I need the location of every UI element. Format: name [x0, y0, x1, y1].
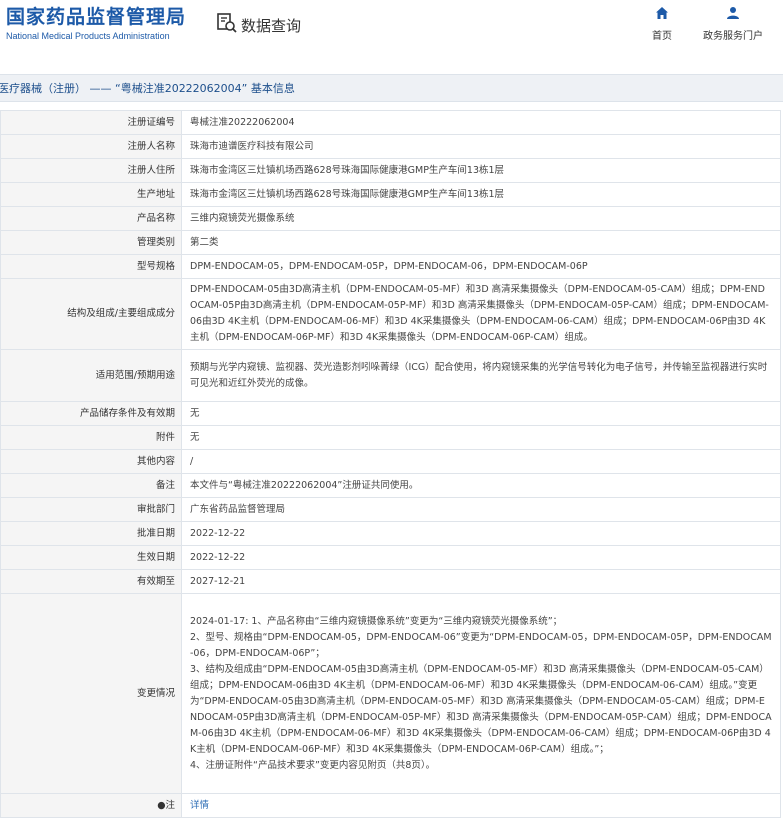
table-row: 备注 本文件与“粤械注准20222062004”注册证共同使用。 [0, 473, 781, 498]
breadcrumb: 医疗器械（注册） —— “粤械注准20222062004” 基本信息 [0, 74, 783, 102]
field-label: 有效期至 [0, 569, 182, 594]
field-value: 第二类 [181, 230, 781, 255]
site-logo[interactable]: 国家药品监督管理局 National Medical Products Admi… [6, 6, 186, 41]
logo-chinese: 国家药品监督管理局 [6, 6, 187, 28]
field-label: 注册人名称 [0, 134, 182, 159]
field-value: 珠海市金湾区三灶镇机场西路628号珠海国际健康港GMP生产车间13栋1层 [181, 158, 781, 183]
table-row: 批准日期 2022-12-22 [0, 521, 781, 546]
table-row: 有效期至 2027-12-21 [0, 569, 781, 594]
field-value: 广东省药品监督管理局 [181, 497, 781, 522]
nav-home[interactable]: 首页 [652, 6, 672, 42]
search-document-icon [216, 12, 238, 38]
field-label: 其他内容 [0, 449, 182, 474]
field-value: DPM-ENDOCAM-05由3D高清主机（DPM-ENDOCAM-05-MF）… [181, 278, 781, 350]
breadcrumb-text: 医疗器械（注册） —— “粤械注准20222062004” 基本信息 [0, 82, 295, 95]
change-line: 4、注册证附件“产品技术要求”变更内容见附页（共8页）。 [190, 759, 436, 771]
field-label: 型号规格 [0, 254, 182, 279]
field-label: 产品名称 [0, 206, 182, 231]
user-icon [726, 6, 740, 23]
field-label: 产品储存条件及有效期 [0, 401, 182, 426]
field-label: 注册证编号 [0, 110, 182, 135]
registration-info-table: 注册证编号 粤械注准20222062004 注册人名称 珠海市迪谱医疗科技有限公司 注册… [0, 110, 781, 818]
table-row: 其他内容 / [0, 449, 781, 474]
field-value: 2022-12-22 [181, 545, 781, 570]
nav-home-label: 首页 [652, 31, 672, 42]
nav-service-portal[interactable]: 政务服务门户 [703, 6, 763, 42]
field-value: DPM-ENDOCAM-05，DPM-ENDOCAM-05P，DPM-ENDOC… [181, 254, 781, 279]
field-label: 结构及组成/主要组成成分 [0, 278, 182, 350]
table-row: 注册证编号 粤械注准20222062004 [0, 110, 781, 135]
field-label: 变更情况 [0, 593, 182, 794]
table-row: 适用范围/预期用途 预期与光学内窥镜、监视器、荧光造影剂吲哚菁绿（ICG）配合使用… [0, 349, 781, 402]
table-row: 注册人名称 珠海市迪谱医疗科技有限公司 [0, 134, 781, 159]
logo-english: National Medical Products Administration [6, 31, 170, 41]
field-value: 2027-12-21 [181, 569, 781, 594]
data-query-label: 数据查询 [241, 16, 302, 35]
change-line: 2、型号、规格由“DPM-ENDOCAM-05，DPM-ENDOCAM-06”变… [190, 631, 772, 659]
table-row: 管理类别 第二类 [0, 230, 781, 255]
field-label: 生产地址 [0, 182, 182, 207]
field-value: / [181, 449, 781, 474]
data-query-link[interactable]: 数据查询 [216, 12, 301, 38]
table-row-note: ●注 详情 [0, 793, 781, 818]
table-row: 型号规格 DPM-ENDOCAM-05，DPM-ENDOCAM-05P，DPM-E… [0, 254, 781, 279]
table-row: 产品名称 三维内窥镜荧光摄像系统 [0, 206, 781, 231]
change-history: 2024-01-17: 1、产品名称由“三维内窥镜摄像系统”变更为“三维内窥镜荧… [181, 593, 781, 794]
field-label: 管理类别 [0, 230, 182, 255]
details-link[interactable]: 详情 [190, 800, 209, 811]
field-label: 审批部门 [0, 497, 182, 522]
change-line: 2024-01-17: 1、产品名称由“三维内窥镜摄像系统”变更为“三维内窥镜荧… [190, 615, 563, 627]
home-icon [655, 6, 669, 23]
change-line: 3、结构及组成由“DPM-ENDOCAM-05由3D高清主机（DPM-ENDOC… [190, 663, 772, 755]
field-label: 附件 [0, 425, 182, 450]
table-row: 注册人住所 珠海市金湾区三灶镇机场西路628号珠海国际健康港GMP生产车间13栋1… [0, 158, 781, 183]
table-row: 附件无 [0, 425, 781, 450]
note-label: ●注 [0, 793, 182, 818]
field-value: 三维内窥镜荧光摄像系统 [181, 206, 781, 231]
nav-portal-label: 政务服务门户 [703, 31, 763, 42]
field-value: 无 [181, 401, 781, 426]
field-label: 批准日期 [0, 521, 182, 546]
field-value: 珠海市迪谱医疗科技有限公司 [181, 134, 781, 159]
field-value: 珠海市金湾区三灶镇机场西路628号珠海国际健康港GMP生产车间13栋1层 [181, 182, 781, 207]
field-value: 预期与光学内窥镜、监视器、荧光造影剂吲哚菁绿（ICG）配合使用，将内窥镜采集的光… [181, 349, 781, 402]
field-label: 生效日期 [0, 545, 182, 570]
field-label: 注册人住所 [0, 158, 182, 183]
note-cell: 详情 [181, 793, 781, 818]
table-row: 生产地址 珠海市金湾区三灶镇机场西路628号珠海国际健康港GMP生产车间13栋1层 [0, 182, 781, 207]
field-label: 备注 [0, 473, 182, 498]
field-label: 适用范围/预期用途 [0, 349, 182, 402]
table-row: 结构及组成/主要组成成分 DPM-ENDOCAM-05由3D高清主机（DPM-EN… [0, 278, 781, 350]
table-row-change: 变更情况 2024-01-17: 1、产品名称由“三维内窥镜摄像系统”变更为“三维… [0, 593, 781, 794]
field-value: 无 [181, 425, 781, 450]
field-value: 粤械注准20222062004 [181, 110, 781, 135]
table-row: 审批部门 广东省药品监督管理局 [0, 497, 781, 522]
field-value: 本文件与“粤械注准20222062004”注册证共同使用。 [181, 473, 781, 498]
site-header: 国家药品监督管理局 National Medical Products Admi… [0, 0, 783, 68]
table-row: 产品储存条件及有效期无 [0, 401, 781, 426]
field-value: 2022-12-22 [181, 521, 781, 546]
table-row: 生效日期 2022-12-22 [0, 545, 781, 570]
